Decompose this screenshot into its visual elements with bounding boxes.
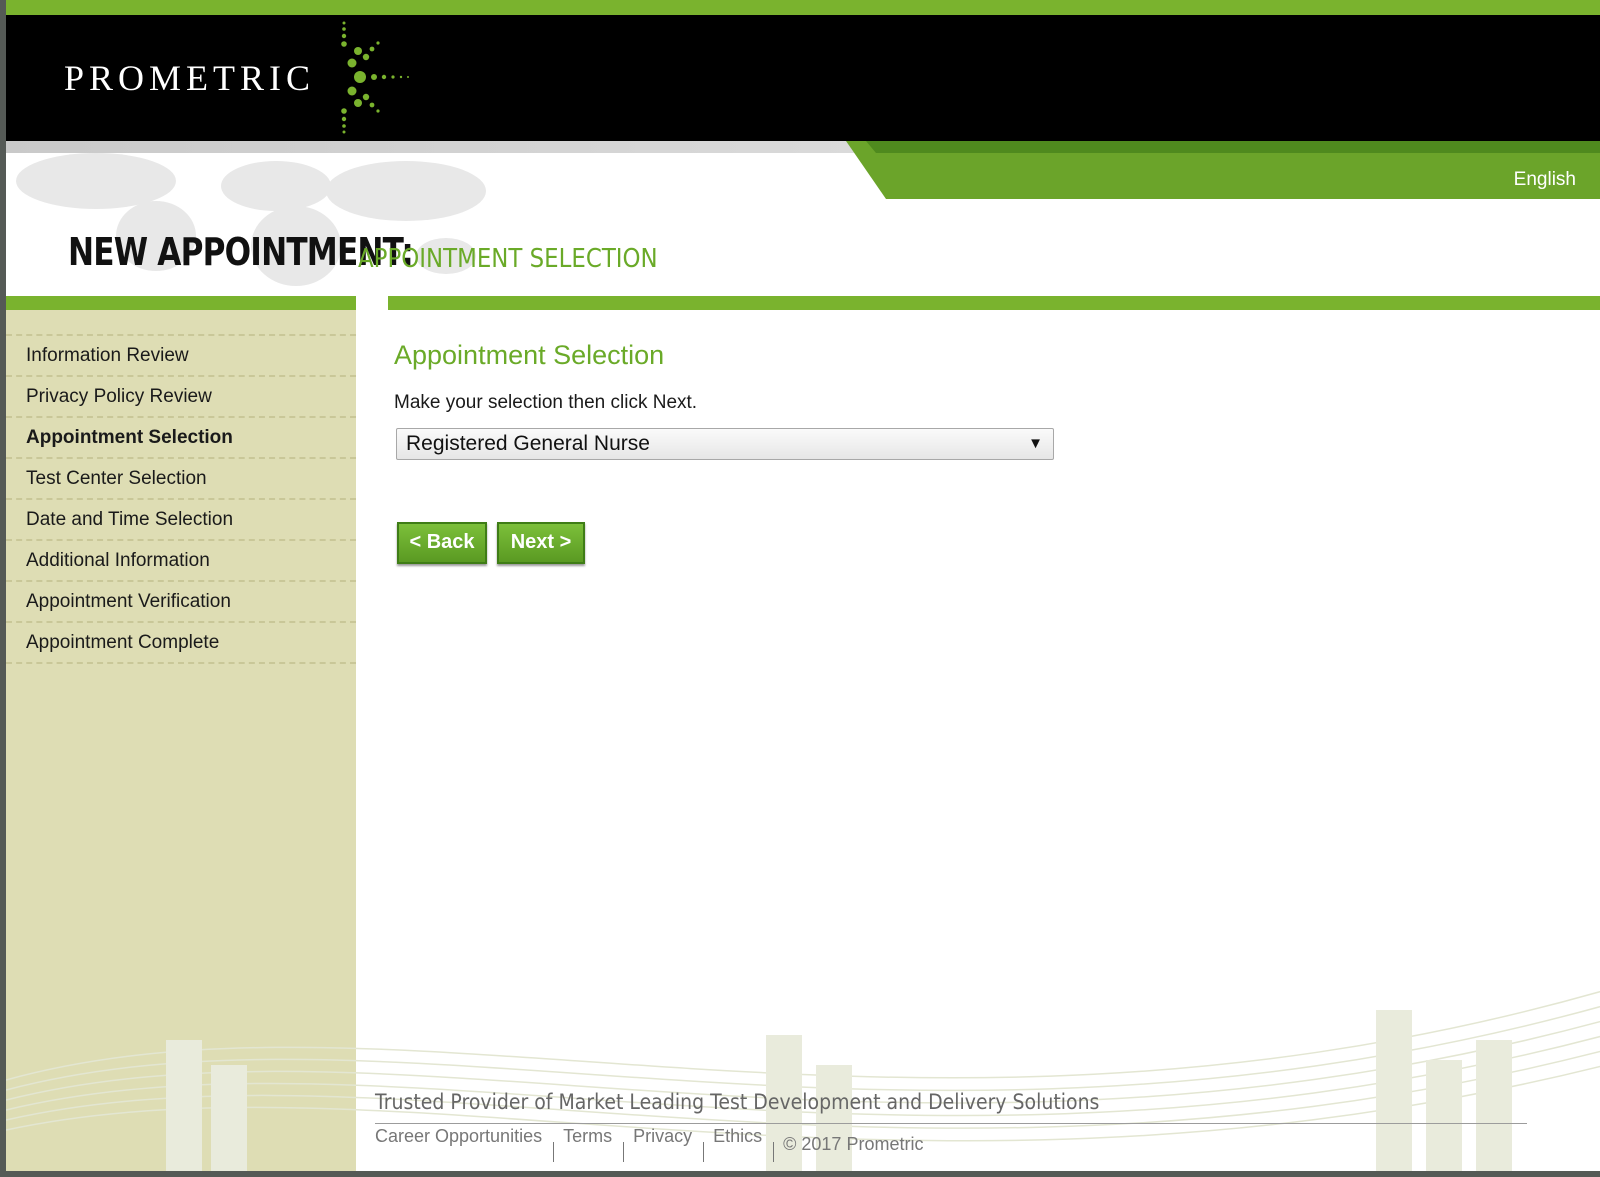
sidebar-item-appointment-complete[interactable]: Appointment Complete — [6, 623, 356, 664]
footer-separator — [553, 1142, 555, 1162]
sidebar-item-additional-information[interactable]: Additional Information — [6, 541, 356, 582]
sidebar-item-test-center-selection[interactable]: Test Center Selection — [6, 459, 356, 500]
header-gray-rule — [6, 141, 866, 153]
step-nav: Information Review Privacy Policy Review… — [6, 334, 356, 664]
sidebar: Information Review Privacy Policy Review… — [6, 310, 356, 1171]
sidebar-top-bar — [6, 296, 356, 310]
sidebar-item-appointment-selection[interactable]: Appointment Selection — [6, 418, 356, 459]
site-header: PROMETRIC — [6, 15, 1600, 141]
back-button[interactable]: < Back — [397, 522, 487, 564]
language-banner — [846, 141, 1600, 199]
dropdown-arrow-icon[interactable]: ▼ — [1028, 429, 1043, 459]
footer-link-privacy[interactable]: Privacy — [633, 1126, 692, 1147]
footer-link-career-opportunities[interactable]: Career Opportunities — [375, 1126, 542, 1147]
footer-tagline: Trusted Provider of Market Leading Test … — [375, 1090, 1100, 1114]
footer-link-terms[interactable]: Terms — [563, 1126, 612, 1147]
copyright-text: © 2017 Prometric — [783, 1134, 924, 1154]
sidebar-item-privacy-policy-review[interactable]: Privacy Policy Review — [6, 377, 356, 418]
prometric-starburst-icon — [341, 21, 409, 134]
footer-separator — [773, 1142, 775, 1162]
sidebar-item-information-review[interactable]: Information Review — [6, 336, 356, 377]
footer-separator — [623, 1142, 625, 1162]
top-accent-strip — [6, 0, 1600, 15]
page-frame: PROMETRIC English NEW APPOINTMENT: APPOI… — [0, 0, 1600, 1177]
footer-link-ethics[interactable]: Ethics — [713, 1126, 762, 1147]
appointment-type-select[interactable]: Registered General Nurse ▼ — [396, 428, 1054, 460]
language-selector[interactable]: English — [1514, 169, 1576, 191]
select-value: Registered General Nurse — [406, 432, 650, 455]
sidebar-item-date-time-selection[interactable]: Date and Time Selection — [6, 500, 356, 541]
footer-divider — [375, 1123, 1527, 1124]
footer-separator — [703, 1142, 705, 1162]
content-top-bar — [388, 296, 1600, 310]
next-button[interactable]: Next > — [497, 522, 585, 564]
instruction-text: Make your selection then click Next. — [394, 392, 698, 413]
footer-links: Career Opportunities Terms Privacy Ethic… — [375, 1126, 923, 1162]
content-heading: Appointment Selection — [394, 340, 665, 370]
sidebar-item-appointment-verification[interactable]: Appointment Verification — [6, 582, 356, 623]
page-subtitle: APPOINTMENT SELECTION — [358, 244, 658, 274]
prometric-logo-text[interactable]: PROMETRIC — [64, 57, 315, 99]
